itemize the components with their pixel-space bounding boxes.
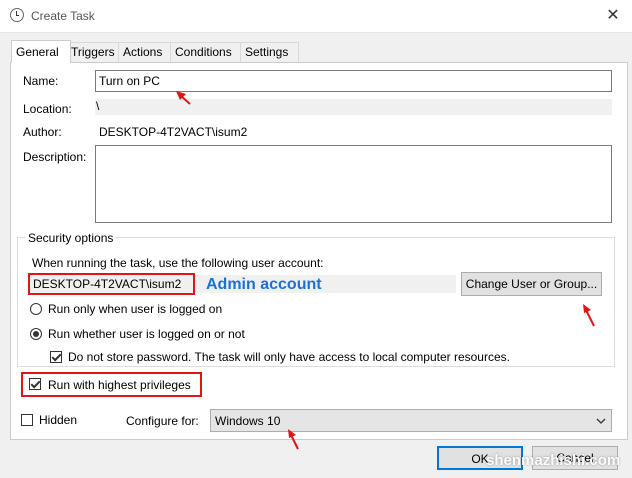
watermark: shenmazhishi.com — [486, 452, 621, 469]
annotation-arrows — [176, 91, 595, 450]
annotation-arrow-change-user — [583, 304, 595, 327]
tab-general[interactable]: General — [11, 40, 71, 63]
annotation-arrow-name — [176, 91, 191, 105]
annotation-arrow-configure — [288, 429, 299, 450]
